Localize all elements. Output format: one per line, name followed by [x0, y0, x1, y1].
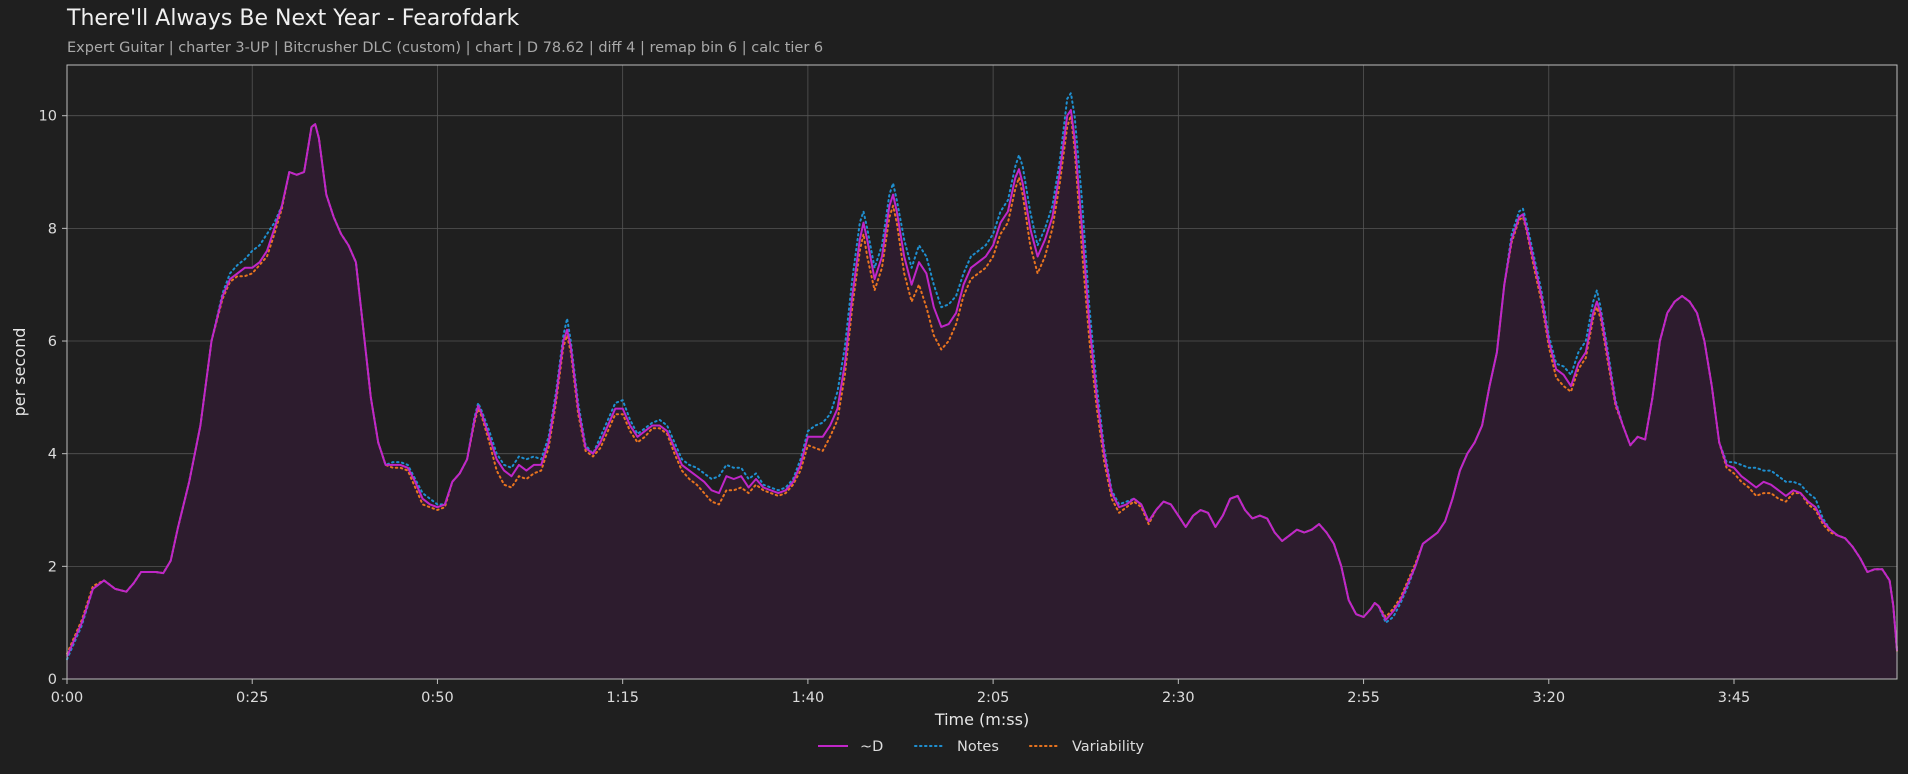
legend-label: Notes: [957, 739, 999, 755]
y-axis: 0 2 4 6 8 10: [39, 109, 67, 688]
y-tick-label: 2: [48, 559, 57, 575]
x-tick-label: 0:25: [236, 690, 269, 706]
x-tick-label: 0:50: [421, 690, 454, 706]
legend-label: Variability: [1072, 739, 1145, 755]
x-tick-label: 1:15: [606, 690, 639, 706]
legend: ~D Notes Variability: [818, 739, 1145, 755]
x-axis-label: Time (m:ss): [934, 710, 1029, 729]
y-axis-label: per second: [10, 328, 29, 417]
y-tick-label: 6: [48, 334, 57, 350]
x-tick-label: 3:20: [1533, 690, 1566, 706]
x-tick-label: 0:00: [51, 690, 84, 706]
x-tick-label: 2:05: [977, 690, 1010, 706]
x-tick-label: 2:55: [1347, 690, 1380, 706]
x-tick-label: 3:45: [1718, 690, 1751, 706]
y-tick-label: 0: [48, 672, 57, 688]
x-axis: 0:00 0:25 0:50 1:15 1:40 2:05 2:30 2:55 3:20 3:45: [51, 679, 1751, 706]
y-tick-label: 8: [48, 221, 57, 237]
legend-label: ~D: [860, 739, 883, 755]
y-tick-label: 4: [48, 447, 57, 463]
x-tick-label: 2:30: [1162, 690, 1195, 706]
x-tick-label: 1:40: [792, 690, 825, 706]
chart-svg: 0:00 0:25 0:50 1:15 1:40 2:05 2:30 2:55 3:20 3:45…: [10, 64, 1898, 755]
y-tick-label: 10: [39, 109, 57, 125]
